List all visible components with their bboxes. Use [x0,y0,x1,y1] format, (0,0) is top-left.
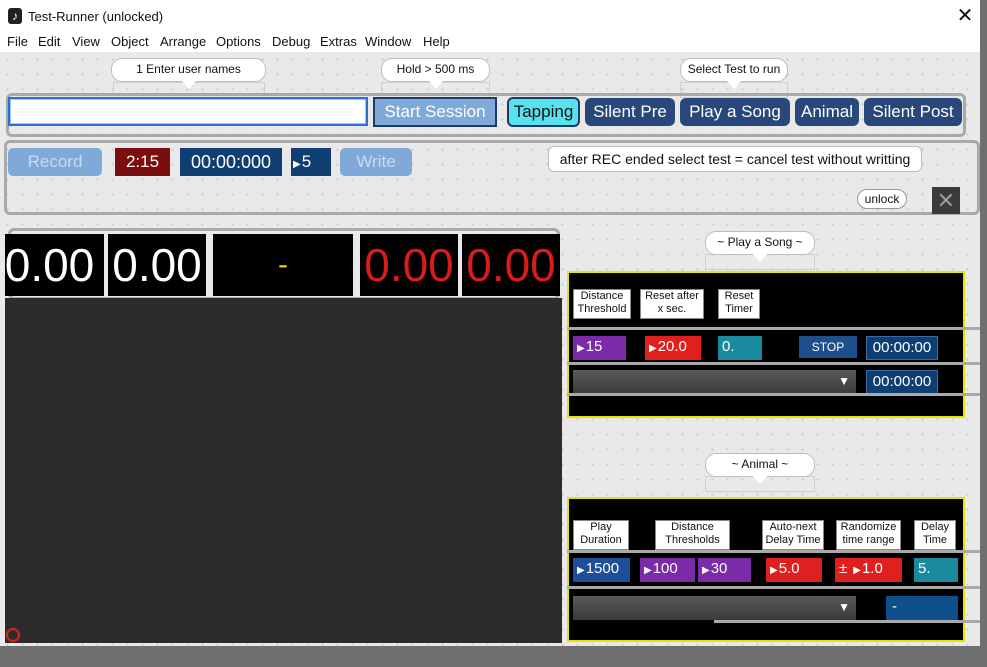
chevron-down-icon: ▼ [838,600,850,614]
display-value-4: 0.00 [462,234,560,296]
plus-minus-icon: ± [839,560,848,577]
label-play-duration: Play Duration [573,520,629,550]
test-silent-post-button[interactable]: Silent Post [864,98,962,126]
comment-animal: ~ Animal ~ [705,453,815,484]
display-value-2: 0.00 [108,234,206,296]
play-duration-number[interactable]: ▶1500 [573,558,630,582]
display-center: - [213,234,353,296]
song-time-1: 00:00:00 [866,336,938,360]
number-arrow-icon: ▶ [853,565,861,576]
patch-cord [567,362,980,370]
window-border-bottom [0,646,987,667]
comment-hold: Hold > 500 ms [381,58,490,89]
patch-cord [567,550,980,558]
patch-cord [567,393,980,399]
animal-select-dropdown[interactable]: ▼ [573,596,856,620]
comment-play-song: ~ Play a Song ~ [705,231,815,262]
menu-debug[interactable]: Debug [272,34,310,49]
number-arrow-icon: ▶ [293,159,301,170]
duration-display: 2:15 [115,148,170,176]
test-animal-button[interactable]: Animal [795,98,859,126]
window-title: Test-Runner (unlocked) [28,9,164,24]
distance-threshold-number[interactable]: ▶15 [573,336,626,360]
reset-after-value: 20.0 [657,338,687,355]
menu-file[interactable]: File [7,34,28,49]
stop-button[interactable]: STOP [799,336,857,358]
label-distance-threshold: Distance Threshold [573,289,631,319]
number-arrow-icon: ▶ [644,565,652,576]
menu-extras[interactable]: Extras [320,34,357,49]
menu-object[interactable]: Object [111,34,149,49]
record-button[interactable]: Record [8,148,102,176]
song-time-2: 00:00:00 [866,370,938,394]
threshold-b-value: 30 [710,560,728,577]
test-silent-pre-button[interactable]: Silent Pre [585,98,675,126]
write-button[interactable]: Write [340,148,412,176]
max-app-icon: ♪ [8,8,22,24]
menu-bar: File Edit View Object Arrange Options De… [0,32,980,52]
randomize-value: 1.0 [861,560,883,577]
patch-cord [714,620,980,626]
play-duration-value: 1500 [585,560,620,577]
comment-user-names: 1 Enter user names [111,58,266,89]
animal-output: - [886,596,958,620]
comment-select-test: Select Test to run [680,58,788,89]
comment-rec-note: after REC ended select test = cancel tes… [548,146,922,172]
menu-window[interactable]: Window [365,34,411,49]
threshold-b-number[interactable]: ▶30 [698,558,751,582]
auto-next-value: 5.0 [778,560,800,577]
test-tapping-button[interactable]: Tapping [507,97,580,127]
count-number-box[interactable]: ▶5 [291,148,331,176]
reset-after-number[interactable]: ▶20.0 [645,336,701,360]
song-select-dropdown[interactable]: ▼ [573,370,856,394]
lock-toggle-icon[interactable]: ✕ [932,187,960,214]
label-delay-time: Delay Time [914,520,956,550]
threshold-a-number[interactable]: ▶100 [640,558,695,582]
window-border-right [980,0,987,667]
label-reset-after: Reset after x sec. [640,289,704,319]
patch-cord [567,586,980,594]
label-auto-next: Auto-next Delay Time [762,520,824,550]
menu-view[interactable]: View [72,34,100,49]
video-display-area [5,298,562,643]
menu-options[interactable]: Options [216,34,261,49]
display-value-1: 0.00 [5,234,104,296]
test-play-a-song-button[interactable]: Play a Song [680,98,790,126]
chevron-down-icon: ▼ [838,374,850,388]
label-distance-thresholds: Distance Thresholds [655,520,730,550]
display-value-3: 0.00 [360,234,458,296]
number-arrow-icon: ▶ [577,565,585,576]
session-timer: 00:00:000 [180,148,282,176]
patch-cord [567,327,980,335]
menu-help[interactable]: Help [423,34,450,49]
threshold-a-value: 100 [652,560,678,577]
menu-arrange[interactable]: Arrange [160,34,206,49]
menu-edit[interactable]: Edit [38,34,60,49]
randomize-number[interactable]: ± ▶1.0 [835,558,902,582]
label-randomize: Randomize time range [836,520,901,550]
auto-next-number[interactable]: ▶5.0 [766,558,822,582]
unlock-message[interactable]: unlock [857,189,907,209]
number-arrow-icon: ▶ [577,343,585,354]
start-session-button[interactable]: Start Session [373,97,497,127]
number-arrow-icon: ▶ [702,565,710,576]
delay-time-number[interactable]: 5. [914,558,958,582]
record-indicator-icon [6,628,20,642]
close-icon[interactable]: ✕ [954,4,976,28]
reset-timer-number[interactable]: 0. [718,336,762,360]
number-arrow-icon: ▶ [770,565,778,576]
number-arrow-icon: ▶ [649,343,657,354]
count-value: 5 [301,152,312,171]
user-names-input[interactable] [8,97,368,126]
distance-threshold-value: 15 [585,338,603,355]
label-reset-timer: Reset Timer [718,289,760,319]
